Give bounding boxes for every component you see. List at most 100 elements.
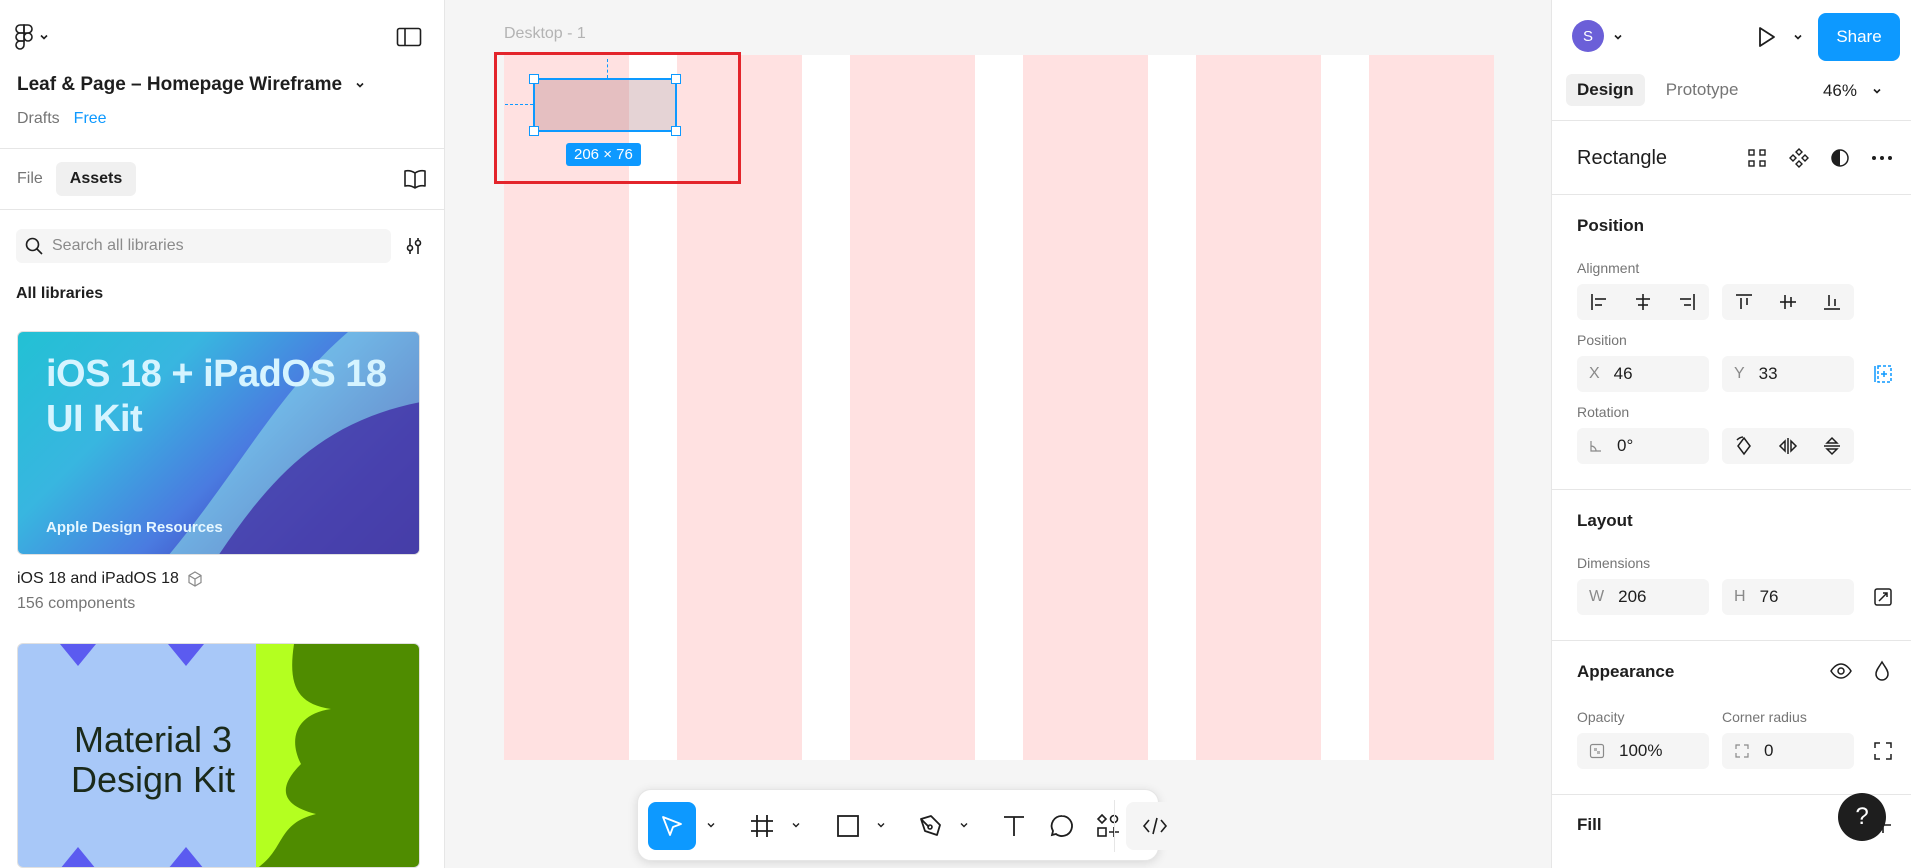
chevron-down-icon [38,31,50,43]
align-right-button[interactable] [1665,284,1709,320]
height-field[interactable]: H 76 [1722,579,1854,615]
layout-grid-column [1369,55,1494,760]
cursor-arrow-icon [659,813,685,839]
chevron-down-icon[interactable] [791,820,801,830]
present-play-icon[interactable] [1754,25,1778,49]
position-label: Position [1577,332,1627,348]
component-icon[interactable] [1788,147,1810,169]
resize-options-icon[interactable] [1873,587,1893,607]
toggle-sidebar-icon[interactable] [396,26,422,48]
constraints-icon[interactable] [1872,363,1894,385]
chevron-down-icon[interactable] [1612,31,1624,43]
avatar[interactable]: S [1572,20,1604,52]
eye-icon[interactable] [1829,660,1853,682]
search-field[interactable] [16,229,391,263]
text-t-icon [1001,813,1027,839]
library-count: 156 components [17,595,136,612]
file-name-button[interactable]: Leaf & Page – Homepage Wireframe [17,74,366,96]
file-title: Leaf & Page – Homepage Wireframe [17,74,343,95]
package-icon [187,571,203,587]
independent-corners-icon[interactable] [1873,741,1893,761]
share-button[interactable]: Share [1818,13,1900,61]
transform-group [1722,428,1854,464]
move-tool-button[interactable] [648,802,696,850]
y-position-field[interactable]: Y 33 [1722,356,1854,392]
rotate-90-button[interactable] [1722,428,1766,464]
h-prefix: H [1734,588,1746,605]
filter-settings-icon[interactable] [404,236,424,256]
grid-dots-icon[interactable] [1746,147,1768,169]
blend-drop-icon[interactable] [1872,660,1892,682]
zoom-value: 46% [1822,81,1857,100]
text-tool-button[interactable] [994,802,1034,850]
align-right-icon [1680,294,1695,310]
corner-radius-field[interactable]: 0 [1722,733,1854,769]
chevron-down-icon[interactable] [959,820,969,830]
flip-horizontal-button[interactable] [1766,428,1810,464]
x-position-field[interactable]: X 46 [1577,356,1709,392]
tab-assets[interactable]: Assets [55,162,137,196]
thumbnail-wave [256,644,331,867]
flip-vertical-button[interactable] [1810,428,1854,464]
thumbnail-title: Material 3 Design Kit [70,719,236,800]
chevron-down-icon [354,79,366,91]
dev-mode-toggle[interactable] [1126,802,1184,850]
mask-contrast-icon[interactable] [1829,147,1851,169]
thumbnail-green-panel [256,644,419,867]
library-book-icon[interactable] [403,168,427,190]
appearance-section-title: Appearance [1577,662,1675,681]
vertical-align-group [1722,284,1854,320]
align-left-icon [1591,294,1606,310]
rotation-field[interactable]: 0° [1577,428,1709,464]
search-input[interactable] [52,237,372,255]
rectangle-icon [835,813,861,839]
tab-file[interactable]: File [10,162,50,196]
design-canvas[interactable]: Desktop - 1 206 × 76 [445,0,1551,868]
library-thumbnail-ios[interactable]: iOS 18 + iPadOS 18 UI Kit Apple Design R… [17,331,420,555]
layout-grid-column [1196,55,1321,760]
zoom-level-dropdown[interactable]: 46% [1823,81,1883,101]
width-field[interactable]: W 206 [1577,579,1709,615]
pen-tool-button[interactable] [910,802,950,850]
h-value: 76 [1759,587,1779,606]
align-middle-button[interactable] [1766,284,1810,320]
figma-logo-icon [14,24,34,50]
opacity-label: Opacity [1577,709,1625,725]
chevron-down-icon[interactable] [706,820,716,830]
components-plus-icon [1095,813,1121,839]
chevron-down-icon[interactable] [1792,31,1804,43]
align-top-button[interactable] [1722,284,1766,320]
comment-tool-button[interactable] [1042,802,1082,850]
tab-prototype[interactable]: Prototype [1655,74,1750,106]
thumbnail-title: iOS 18 + iPadOS 18 UI Kit [46,353,387,440]
fill-section-title: Fill [1577,815,1602,834]
drafts-link[interactable]: Drafts [17,110,60,128]
align-top-icon [1736,294,1752,309]
toolbar-divider [1114,800,1115,852]
more-options-icon[interactable] [1870,147,1894,169]
align-bottom-button[interactable] [1810,284,1854,320]
main-menu-button[interactable] [14,24,50,50]
chevron-down-icon[interactable] [876,820,886,830]
bottom-toolbar [637,789,1184,861]
help-button[interactable]: ? [1838,793,1886,841]
library-thumbnail-material[interactable]: Material 3 Design Kit [17,643,420,868]
frame-tool-button[interactable] [742,802,782,850]
divider [1552,489,1911,490]
plan-badge[interactable]: Free [68,108,113,130]
assets-tool-button[interactable] [1088,802,1128,850]
align-bottom-icon [1824,295,1840,310]
align-left-button[interactable] [1577,284,1621,320]
x-value: 46 [1613,364,1633,383]
library-name[interactable]: iOS 18 and iPadOS 18 [17,570,203,588]
alignment-label: Alignment [1577,260,1640,276]
frame-label[interactable]: Desktop - 1 [504,25,586,43]
w-value: 206 [1618,587,1647,606]
horizontal-align-group [1577,284,1709,320]
flip-vertical-icon [1824,436,1840,456]
position-section-title: Position [1577,216,1645,235]
tab-design[interactable]: Design [1566,74,1645,106]
opacity-field[interactable]: 100% [1577,733,1709,769]
align-center-h-button[interactable] [1621,284,1665,320]
shape-tool-button[interactable] [828,802,868,850]
